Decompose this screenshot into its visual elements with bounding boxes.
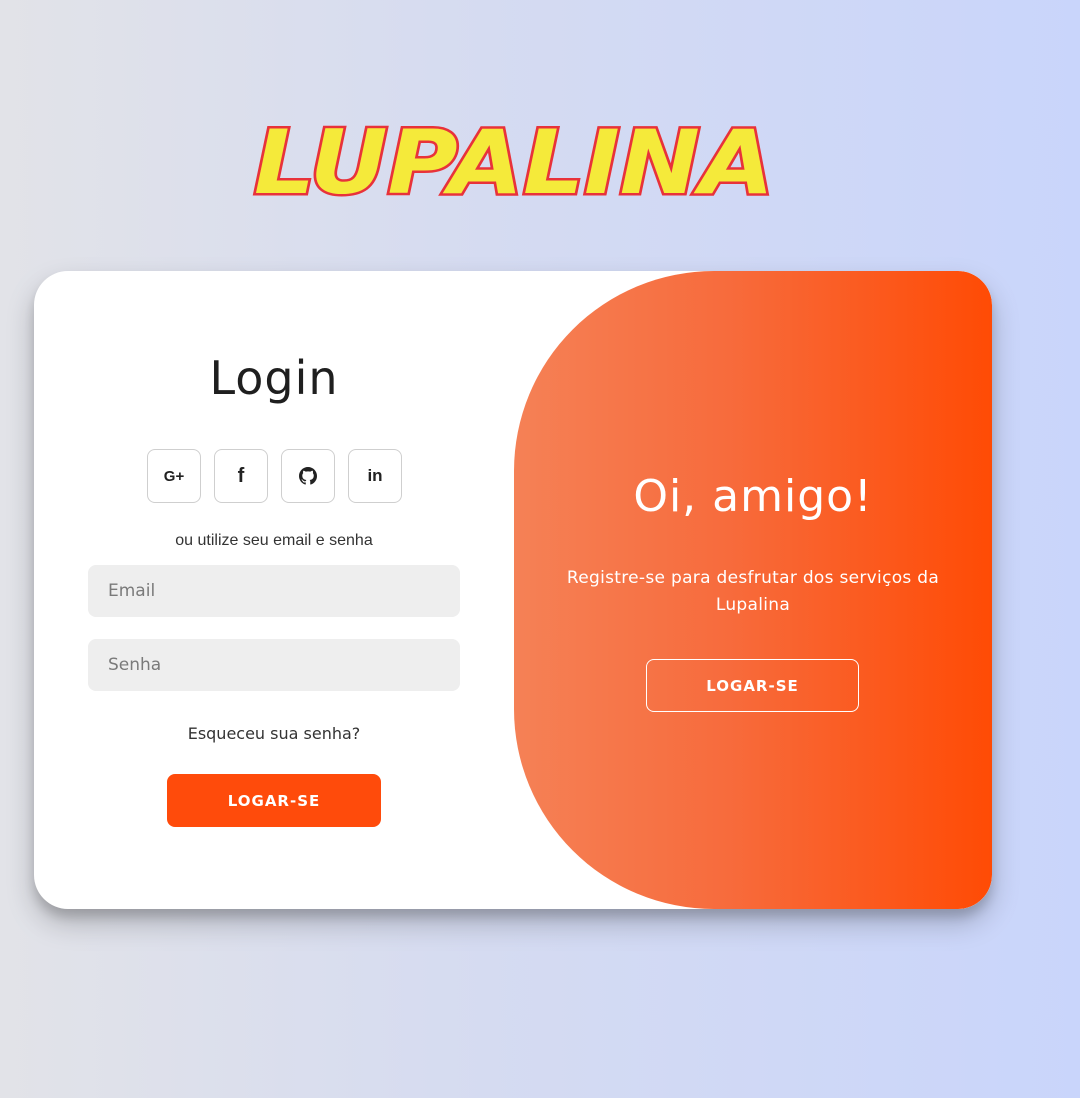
login-button[interactable]: LOGAR-SE — [167, 774, 381, 827]
alternative-login-text: ou utilize seu email e senha — [175, 532, 373, 549]
login-title: Login — [209, 351, 339, 405]
logo-wordmark: LUPALINA — [254, 117, 774, 205]
forgot-password-link[interactable]: Esqueceu sua senha? — [34, 724, 514, 743]
password-input[interactable] — [88, 639, 460, 691]
facebook-icon: f — [237, 464, 245, 487]
email-input[interactable] — [88, 565, 460, 617]
linkedin-button[interactable]: in — [348, 449, 402, 503]
auth-card: Login G+ f in ou utilize seu email e sen… — [34, 271, 992, 909]
overlay-message: Registre-se para desfrutar dos serviços … — [566, 568, 940, 615]
google-plus-icon: G+ — [163, 467, 185, 485]
social-login-row: G+ f in — [147, 449, 402, 503]
github-icon — [299, 467, 317, 485]
linkedin-icon: in — [367, 466, 383, 485]
facebook-button[interactable]: f — [214, 449, 268, 503]
lupalina-logo: LUPALINA — [248, 117, 780, 205]
google-plus-button[interactable]: G+ — [147, 449, 201, 503]
welcome-overlay-panel: Oi, amigo! Registre-se para desfrutar do… — [514, 271, 992, 909]
overlay-login-button[interactable]: LOGAR-SE — [646, 659, 859, 712]
github-button[interactable] — [281, 449, 335, 503]
overlay-title: Oi, amigo! — [633, 471, 873, 522]
login-form: Login G+ f in ou utilize seu email e sen… — [34, 271, 514, 909]
